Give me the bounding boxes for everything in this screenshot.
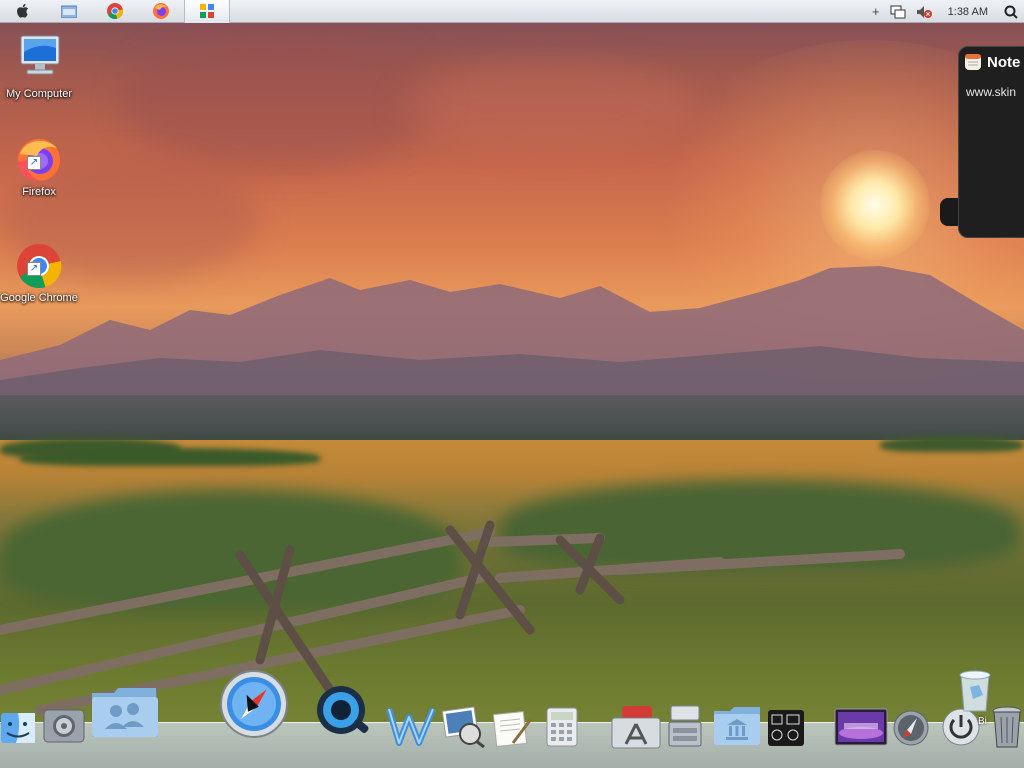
desktop-icon-label: My Computer <box>5 88 73 100</box>
textedit-icon <box>492 710 533 747</box>
dock-item-launchpad[interactable] <box>892 708 930 748</box>
desktop-icon-firefox[interactable]: ↗ Firefox <box>0 136 78 199</box>
desktop-icon-label: Firefox <box>22 186 56 198</box>
menubar-tab-explorer[interactable] <box>46 0 92 23</box>
clock[interactable]: 1:38 AM <box>948 6 988 18</box>
shortcut-arrow-icon: ↗ <box>27 262 41 276</box>
chrome-icon <box>107 3 123 19</box>
notes-widget-text[interactable]: www.skin <box>959 77 1024 99</box>
dock-item-word[interactable] <box>384 704 438 748</box>
network-icon[interactable] <box>890 5 906 19</box>
bush <box>20 448 320 466</box>
shortcut-arrow-icon: ↗ <box>27 156 41 170</box>
disk-utility-icon <box>668 705 702 747</box>
quicktime-icon <box>317 686 369 734</box>
dock-item-dashboard[interactable] <box>766 708 806 748</box>
recycle-bin-icon <box>959 670 991 712</box>
menubar-tab-firefox[interactable] <box>138 0 184 23</box>
front-row-icon <box>834 708 888 746</box>
notes-app-icon <box>965 54 981 70</box>
sun <box>820 150 930 260</box>
mountain-range <box>0 266 1024 410</box>
dock-item-calculator[interactable] <box>544 706 580 748</box>
desktop-icon-my-computer[interactable]: My Computer <box>0 34 78 101</box>
dock-item-textedit[interactable] <box>490 708 534 748</box>
app-store-icon <box>611 706 661 749</box>
dock-item-users-folder[interactable] <box>90 684 160 740</box>
launchpad-icon <box>893 710 929 746</box>
cloud <box>120 30 440 170</box>
valley-haze <box>0 395 1024 445</box>
desktop-icon-label: Google Chrome <box>0 292 78 304</box>
dock-item-app-store[interactable] <box>610 704 662 750</box>
calculator-icon <box>546 707 578 747</box>
iphoto-icon <box>442 706 485 748</box>
menubar-tab-active-app[interactable] <box>184 0 230 23</box>
dock-item-front-row[interactable] <box>834 706 888 748</box>
folder-icon <box>61 5 77 18</box>
trash-icon <box>992 706 1022 748</box>
library-folder-icon <box>714 707 760 745</box>
menubar-tab-apple[interactable] <box>0 0 46 23</box>
tray-add-button[interactable]: + <box>872 4 880 19</box>
system-preferences-icon <box>43 709 85 743</box>
notes-widget-title: Note <box>987 53 1021 71</box>
system-tray: + 1:38 AM <box>872 0 1024 23</box>
desktop-icon-google-chrome[interactable]: ↗ Google Chrome <box>0 242 78 305</box>
finder-icon <box>1 713 35 743</box>
desktop-wallpaper <box>0 0 1024 768</box>
dock-item-iphoto[interactable] <box>442 706 486 748</box>
dashboard-icon <box>768 710 804 746</box>
firefox-icon <box>153 3 169 19</box>
apple-icon <box>17 3 29 18</box>
dock-item-library-folder[interactable] <box>712 704 762 748</box>
notes-widget[interactable]: Note www.skin <box>958 46 1024 238</box>
volume-muted-icon[interactable] <box>916 5 932 19</box>
menubar-tab-chrome[interactable] <box>92 0 138 23</box>
dock-item-trash[interactable] <box>990 704 1024 750</box>
computer-icon <box>20 35 60 75</box>
dock-item-system-preferences[interactable] <box>42 706 86 746</box>
notes-widget-header: Note <box>959 47 1024 77</box>
word-icon <box>386 707 436 746</box>
search-icon[interactable] <box>1004 5 1018 19</box>
dock-item-disk-utility[interactable] <box>666 704 704 748</box>
dock-item-quicktime[interactable] <box>314 684 372 740</box>
recycle-bin-label: Bi <box>978 716 987 727</box>
top-menu-bar: + 1:38 AM <box>0 0 1024 23</box>
app-icon <box>200 4 214 18</box>
users-folder-icon <box>92 688 158 737</box>
bush <box>880 436 1024 452</box>
dock-item-finder[interactable] <box>0 708 36 748</box>
cloud <box>400 60 700 150</box>
